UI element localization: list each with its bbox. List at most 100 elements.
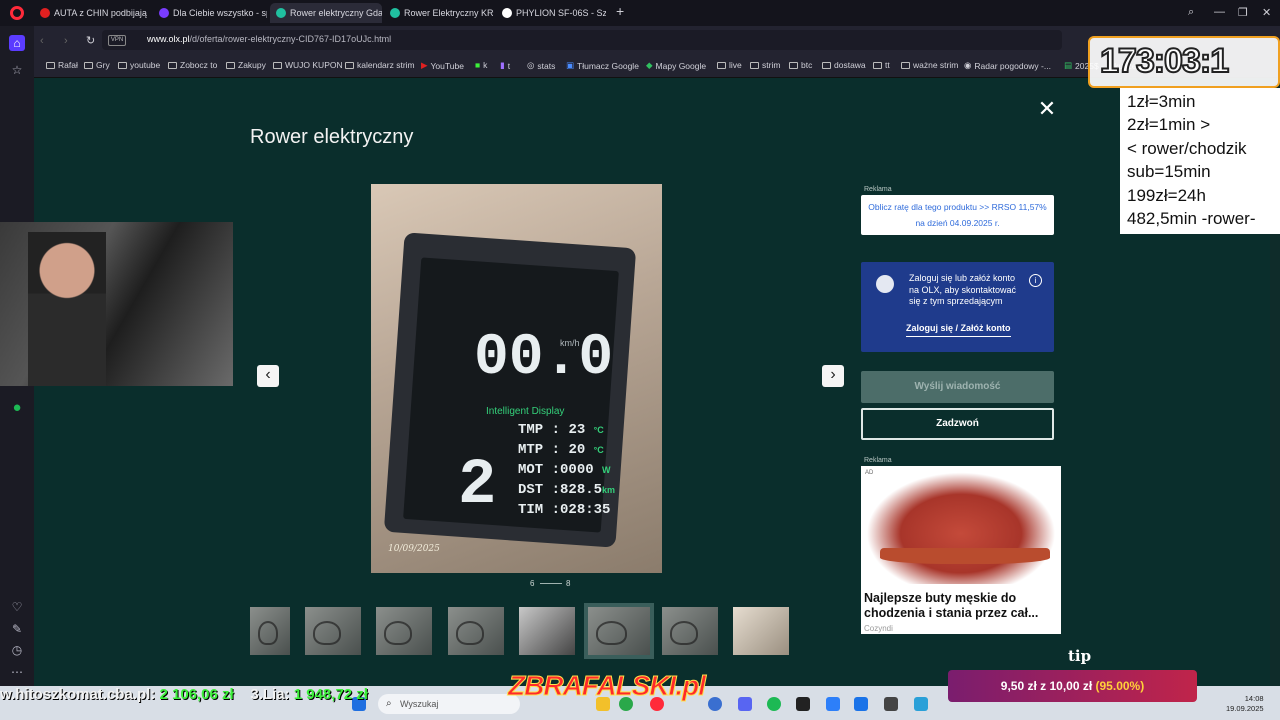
folder-icon [273,61,282,69]
spotify-icon[interactable]: ● [9,400,25,416]
edit-icon[interactable]: ✎ [9,621,25,637]
bookmark-label: Radar pogodowy -... [974,60,1051,71]
vpn-badge[interactable]: VPN [108,35,126,46]
screen: AUTA z CHIN podbijają PC Dla Ciebie wszy… [0,0,1280,720]
app-icon[interactable] [708,697,722,711]
thumbnail[interactable] [733,607,789,655]
bookmark-item[interactable]: ważne strim [901,60,958,70]
bookmark-item[interactable]: youtube [118,60,160,70]
reload-icon[interactable]: ↻ [86,34,95,47]
bookmark-label: dostawa [834,60,866,70]
home-icon[interactable]: ⌂ [9,35,25,51]
bookmark-item[interactable]: ◉ Radar pogodowy -... [964,60,1051,71]
thumbnail[interactable] [376,607,432,655]
folder-icon [901,61,910,69]
login-link[interactable]: Zaloguj się / Załóż konto [906,323,1011,337]
obs-icon[interactable] [796,697,810,711]
ad-source: Cozyndi [864,624,893,633]
bookmark-item[interactable]: btc [789,60,812,70]
send-message-button[interactable]: Wyślij wiadomość [861,371,1054,403]
thumbnail[interactable] [250,607,290,655]
new-tab-button[interactable]: + [616,3,624,19]
spotify-taskbar-icon[interactable] [767,697,781,711]
bookmark-label: Rafał [58,60,78,70]
clock-time: 14:08 [1244,694,1264,703]
bookmark-item[interactable]: ◆ Mapy Google [646,60,706,71]
system-clock[interactable]: 14:08 19.09.2025 [1226,694,1264,714]
tab-2-active[interactable]: Rower elektryczny Gdańsk [270,3,382,23]
bookmark-item[interactable]: kalendarz strim [345,60,415,70]
star-icon[interactable]: ☆ [9,62,25,78]
bookmark-label: Tłumacz Google [577,60,639,71]
discord-icon[interactable] [738,697,752,711]
url-text[interactable]: www.olx.pl/d/oferta/rower-elektryczny-CI… [147,34,391,44]
ticker-value: 2 106,06 zł [159,686,234,703]
back-icon[interactable]: ‹ [40,35,44,47]
prev-photo-button[interactable]: ‹ [257,365,279,387]
thumbnail[interactable] [305,607,361,655]
app-icon[interactable] [884,697,898,711]
more-icon[interactable]: ⋯ [9,664,25,680]
bookmark-item[interactable]: live [717,60,742,70]
bookmark-item[interactable]: Gry [84,60,110,70]
folder-icon [873,61,882,69]
thumbnail-active[interactable] [584,603,654,659]
promo-line: Oblicz ratę dla tego produktu >> RRSO 11… [868,202,1047,212]
next-photo-button[interactable]: › [822,365,844,387]
bookmark-item[interactable]: WUJO KUPON [273,60,343,70]
search-tabs-icon[interactable]: ⌕ [1188,6,1194,19]
folder-icon [118,61,127,69]
bookmark-item[interactable]: ▶ YouTube [421,60,464,71]
call-button[interactable]: Zadzwoń [861,408,1054,440]
tab-4[interactable]: PHYLION SF-06S - Szukaj [496,3,606,23]
installment-promo[interactable]: Oblicz ratę dla tego produktu >> RRSO 11… [861,195,1054,235]
stat-label: TMP [518,422,544,438]
ticker-value: 1 948,72 zł [293,686,368,703]
app-icon[interactable] [826,697,840,711]
maximize-button[interactable]: ❐ [1238,6,1248,19]
bookmark-label: ważne strim [913,60,959,70]
bookmark-item[interactable]: tt [873,60,890,70]
bookmark-item[interactable]: Zobocz to [168,60,217,70]
history-icon[interactable]: ◷ [9,642,25,658]
app-icon[interactable] [854,697,868,711]
bookmark-item[interactable]: dostawa [822,60,866,70]
close-window-button[interactable]: ✕ [1262,6,1271,19]
ticker-label: 3.Lia: [250,686,290,703]
weather-icon: ◉ [964,60,972,70]
stats-icon: ◎ [527,60,535,70]
bookmark-item[interactable]: ■ k [475,60,487,70]
tab-0[interactable]: AUTA z CHIN podbijają PC [34,3,150,23]
close-gallery-icon[interactable]: ✕ [1036,98,1058,120]
forward-icon[interactable]: › [64,35,68,47]
bookmark-label: Mapy Google [655,60,707,71]
bookmark-item[interactable]: Zakupy [226,60,266,70]
bike-thumbnail-shape [670,621,698,645]
ad-title[interactable]: Najlepsze buty męskie do chodzenia i sta… [864,591,1060,621]
notepad-icon[interactable] [914,697,928,711]
stat-row: DST :828.5km [518,482,616,498]
stat-row: TIM :028:35 [518,502,611,518]
promo-line: na dzień 04.09.2025 r. [915,218,1000,228]
thumbnail[interactable] [448,607,504,655]
bookmark-label: Gry [96,60,110,70]
search-icon: ⌕ [386,698,392,709]
tab-label: Rower elektryczny Gdańsk [290,8,382,18]
minimize-button[interactable]: — [1214,6,1225,18]
bookmark-item[interactable]: ◎ stats [527,60,555,71]
bookmark-item[interactable]: ▮ t [500,60,510,71]
bookmark-item[interactable]: ▣ Tłumacz Google [566,60,639,71]
stat-value: 0000 [560,462,594,478]
thumbnail[interactable] [519,607,575,655]
thumbnail[interactable] [662,607,718,655]
display-speed-unit: km/h [560,338,580,348]
bookmark-item[interactable]: strim [750,60,780,70]
heart-icon[interactable]: ♡ [9,599,25,615]
tab-3[interactable]: Rower Elektryczny KROSS [384,3,494,23]
tab-1[interactable]: Dla Ciebie wszystko - spra [153,3,267,23]
info-icon[interactable]: i [1029,274,1042,287]
bookmark-item[interactable]: Rafał [46,60,78,70]
folder-icon [84,61,93,69]
opera-logo-icon[interactable] [10,6,24,20]
taskbar-search[interactable]: Wyszukaj [378,694,520,714]
